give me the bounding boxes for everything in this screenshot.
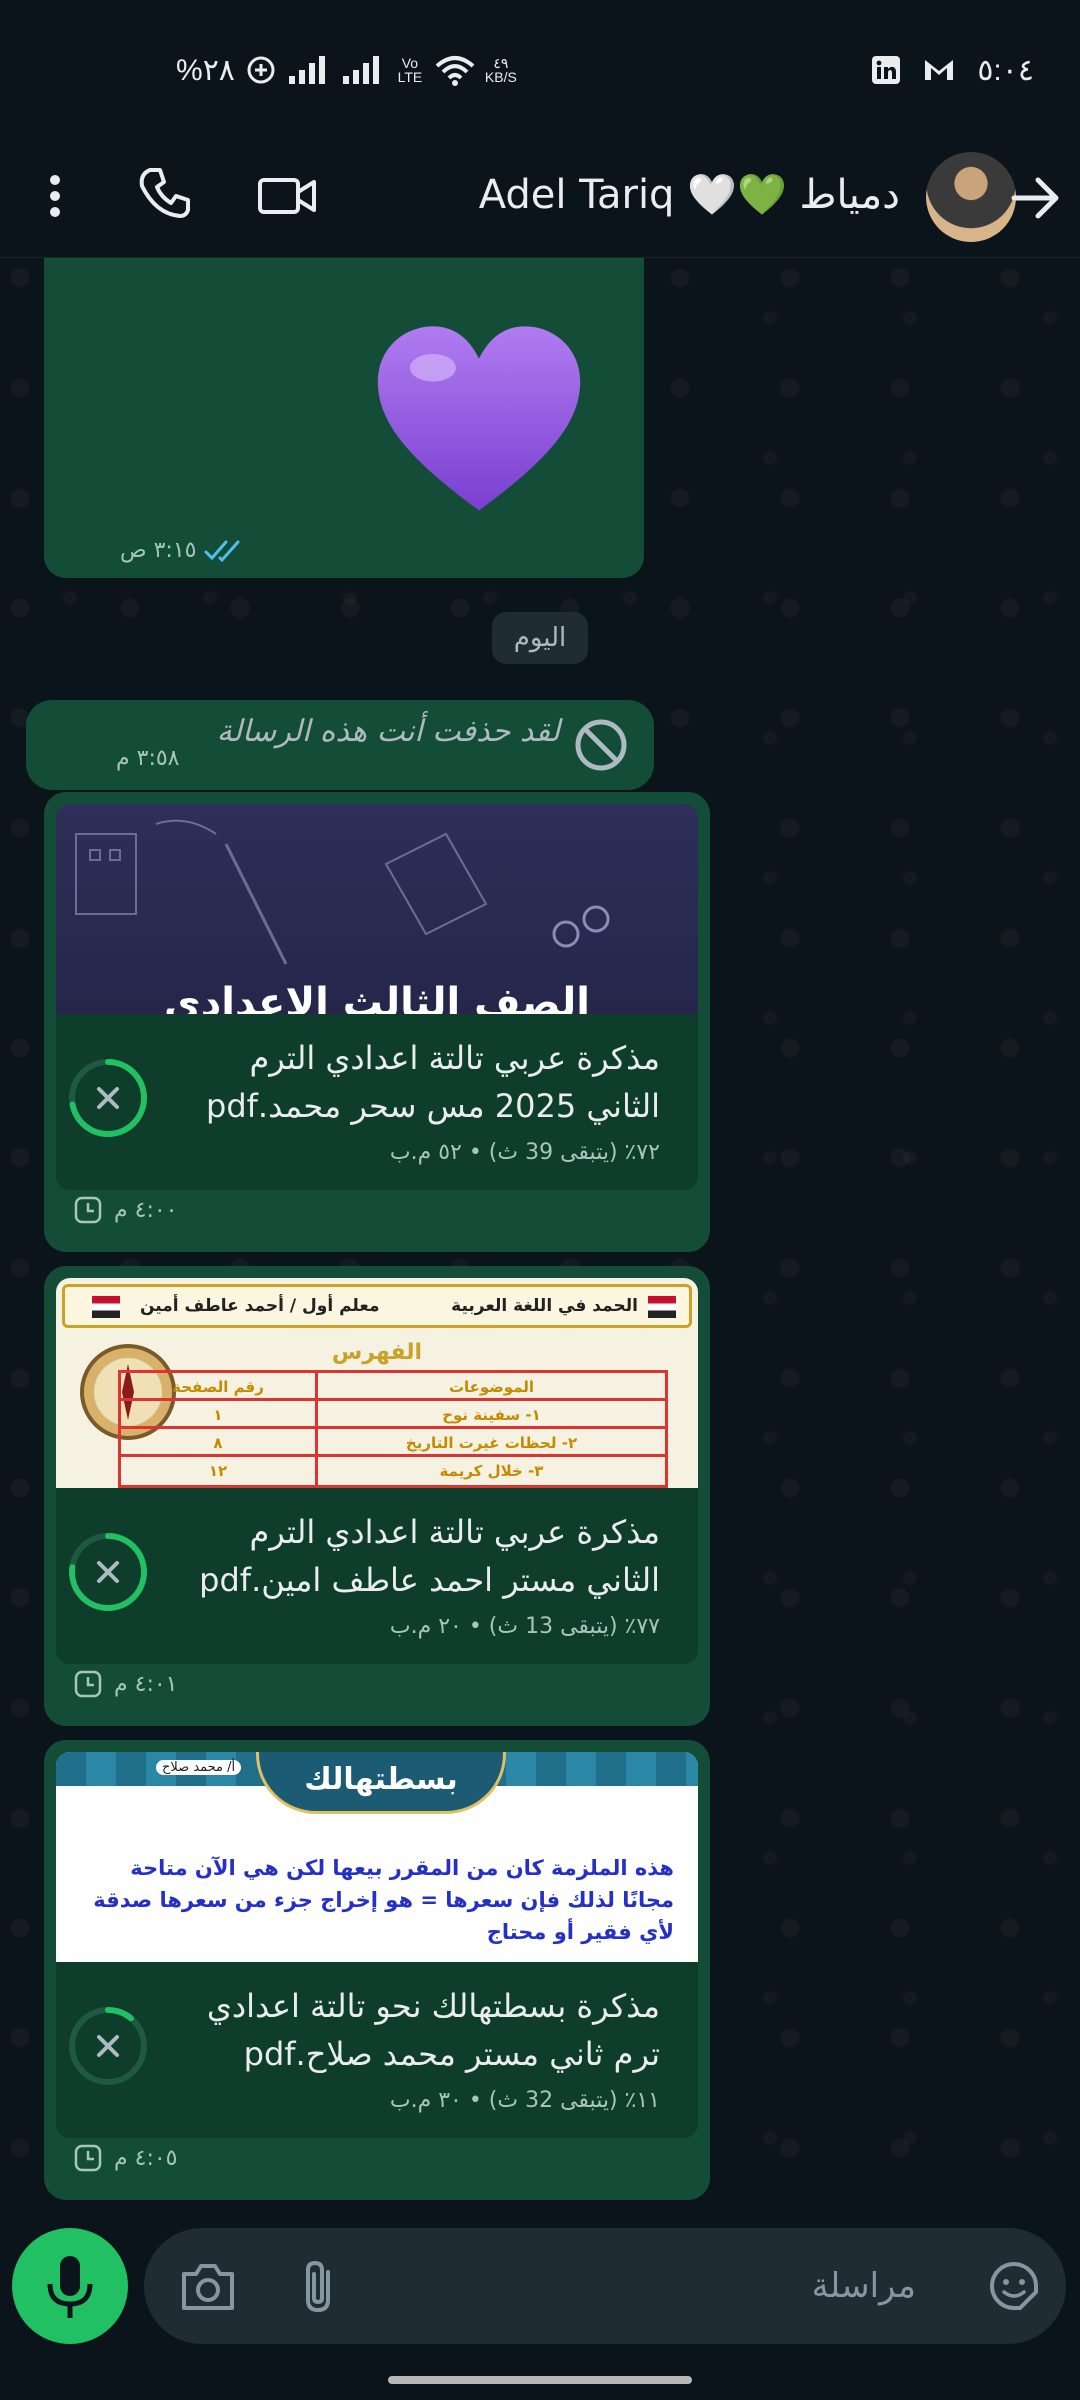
back-arrow-icon[interactable] <box>1004 166 1068 230</box>
more-options-icon[interactable] <box>40 164 70 228</box>
message-time: ٣:١٥ ص <box>120 538 197 563</box>
flag-icon-right <box>648 1296 676 1318</box>
document-info[interactable]: مذكرة بسطتهالك نحو تالتة اعدادي ترم ثاني… <box>56 1962 698 2138</box>
row-page: ٨ <box>213 1434 223 1452</box>
message-time: ٤:٠١ م <box>114 1671 178 1697</box>
sticker-emoji-icon[interactable] <box>984 2256 1044 2316</box>
row-topic: ٢- لحظات غيرت التاريخ <box>315 1429 665 1454</box>
document-card[interactable]: الحمد في اللغة العربية معلم أول / أحمد ع… <box>56 1278 698 1664</box>
voice-call-icon[interactable] <box>136 162 196 226</box>
row-page: ١ <box>213 1406 223 1424</box>
message-meta: ٤:٠٥ م <box>74 2144 178 2172</box>
index-row-3: ٣- خلال كريمة ١٢ <box>121 1457 665 1485</box>
document-meta: ٧٧٪ (يتبقى 13 ث) • ٢٠ م.ب <box>389 1614 660 1639</box>
index-row-2: ٢- لحظات غيرت التاريخ ٨ <box>121 1429 665 1457</box>
microphone-icon <box>47 2256 93 2318</box>
row-page: ١٢ <box>208 1462 228 1480</box>
message-time: ٤:٠٥ م <box>114 2145 178 2171</box>
net-speed-value: ٤٩ <box>493 55 509 71</box>
document-preview[interactable]: الحمد في اللغة العربية معلم أول / أحمد ع… <box>56 1278 698 1488</box>
message-meta: ٤:٠٠ م <box>74 1196 178 1224</box>
home-gesture-handle[interactable] <box>388 2376 692 2384</box>
message-meta: ٤:٠١ م <box>74 1670 178 1698</box>
preview-title: الصف الثالث الاعدادي <box>164 980 590 1014</box>
status-bar: %٢٨ Vo LTE ٤٩ KB/S ٥:٠٤ <box>0 0 1080 140</box>
message-bubble-deleted[interactable]: لقد حذفت أنت هذه الرسالة ٣:٥٨ م <box>26 700 654 790</box>
date-separator: اليوم <box>492 612 588 664</box>
status-right: ٥:٠٤ <box>871 48 1034 92</box>
document-message-1[interactable]: الصف الثالث الاعدادي مذكرة عربي تالتة اع… <box>44 792 710 1252</box>
status-left: %٢٨ Vo LTE ٤٩ KB/S <box>176 48 517 92</box>
row-topic: ٣- خلال كريمة <box>315 1457 665 1485</box>
pending-clock-icon <box>74 1670 102 1698</box>
document-title: مذكرة بسطتهالك نحو تالتة اعدادي ترم ثاني… <box>206 1987 660 2073</box>
blocked-icon <box>575 719 627 771</box>
download-progress-cancel-icon[interactable] <box>66 1530 150 1614</box>
message-input[interactable] <box>356 2258 916 2314</box>
camera-icon[interactable] <box>178 2258 238 2314</box>
message-time: ٣:٥٨ م <box>116 746 180 771</box>
video-call-icon[interactable] <box>256 164 320 228</box>
document-preview[interactable]: الصف الثالث الاعدادي <box>56 804 698 1014</box>
contact-avatar[interactable] <box>926 152 1016 242</box>
system-navigation-bar <box>0 2344 1080 2400</box>
signal-icon-2 <box>342 56 379 84</box>
pending-clock-icon <box>74 1196 102 1224</box>
pending-clock-icon <box>74 2144 102 2172</box>
preview-header-right: الحمد في اللغة العربية <box>451 1296 638 1316</box>
document-info[interactable]: مذكرة عربي تالتة اعدادي الترم الثاني مست… <box>56 1488 698 1664</box>
document-info[interactable]: مذكرة عربي تالتة اعدادي الترم الثاني 202… <box>56 1014 698 1190</box>
flag-icon-left <box>92 1296 120 1318</box>
document-title: مذكرة عربي تالتة اعدادي الترم الثاني مست… <box>199 1513 660 1599</box>
linkedin-icon <box>872 56 901 84</box>
index-row-1: ١- سفينة نوح ١ <box>121 1401 665 1429</box>
clock: ٥:٠٤ <box>977 53 1034 87</box>
document-message-2[interactable]: الحمد في اللغة العربية معلم أول / أحمد ع… <box>44 1266 710 1726</box>
preview-banner-text: بسطتهالك <box>304 1762 458 1797</box>
download-progress-cancel-icon[interactable] <box>66 1056 150 1140</box>
row-topic: ١- سفينة نوح <box>315 1401 665 1426</box>
attach-icon[interactable] <box>294 2256 344 2316</box>
message-list[interactable]: ٣:١٥ ص اليوم لقد حذفت أنت هذه الرسالة ٣:… <box>0 258 1080 2210</box>
index-table-header: الموضوعات رقم الصفحة <box>121 1373 665 1401</box>
document-card[interactable]: الصف الثالث الاعدادي مذكرة عربي تالتة اع… <box>56 804 698 1190</box>
chat-header: Adel Tariq 🤍💚 دمياط <box>0 140 1080 258</box>
read-receipt-icon <box>204 540 240 562</box>
gmail-icon <box>925 60 954 80</box>
volte-indicator: Vo LTE <box>397 55 423 85</box>
document-title: مذكرة عربي تالتة اعدادي الترم الثاني 202… <box>206 1039 660 1125</box>
message-meta: ٣:١٥ ص <box>120 538 244 563</box>
message-composer[interactable] <box>144 2228 1066 2344</box>
net-speed: ٤٩ KB/S <box>485 56 517 84</box>
wifi-icon <box>435 56 475 86</box>
message-bubble-heart[interactable]: ٣:١٥ ص <box>44 258 644 578</box>
voice-record-button[interactable] <box>12 2228 128 2344</box>
signal-icon-1 <box>288 56 325 84</box>
battery-percent: %٢٨ <box>176 53 235 87</box>
col-topics: الموضوعات <box>315 1373 665 1398</box>
document-message-3[interactable]: بسطتهالك أ/ محمد صلاح هذه الملزمة كان من… <box>44 1740 710 2200</box>
contact-name[interactable]: Adel Tariq 🤍💚 دمياط <box>479 160 900 230</box>
net-speed-unit: KB/S <box>484 69 517 85</box>
battery-saver-icon <box>247 56 275 84</box>
preview-body-text: هذه الملزمة كان من المقرر بيعها لكن هي ا… <box>93 1856 674 1944</box>
deleted-message-text: لقد حذفت أنت هذه الرسالة <box>216 714 560 749</box>
document-meta: ٧٢٪ (يتبقى 39 ث) • ٥٢ م.ب <box>389 1140 660 1165</box>
preview-author: أ/ محمد صلاح <box>156 1760 242 1775</box>
preview-header-left: معلم أول / أحمد عاطف أمين <box>140 1296 380 1316</box>
message-time: ٤:٠٠ م <box>114 1197 178 1223</box>
document-meta: ١١٪ (يتبقى 32 ث) • ٣٠ م.ب <box>389 2088 660 2113</box>
document-preview[interactable]: بسطتهالك أ/ محمد صلاح هذه الملزمة كان من… <box>56 1752 698 1962</box>
document-card[interactable]: بسطتهالك أ/ محمد صلاح هذه الملزمة كان من… <box>56 1752 698 2138</box>
col-page: رقم الصفحة <box>172 1378 264 1396</box>
purple-heart-emoji <box>377 326 581 511</box>
download-progress-cancel-icon[interactable] <box>66 2004 150 2088</box>
chat-screen: %٢٨ Vo LTE ٤٩ KB/S ٥:٠٤ Adel Tariq 🤍💚 دم… <box>0 0 1080 2400</box>
index-table: الموضوعات رقم الصفحة ١- سفينة نوح ١ ٢- ل… <box>118 1370 668 1488</box>
